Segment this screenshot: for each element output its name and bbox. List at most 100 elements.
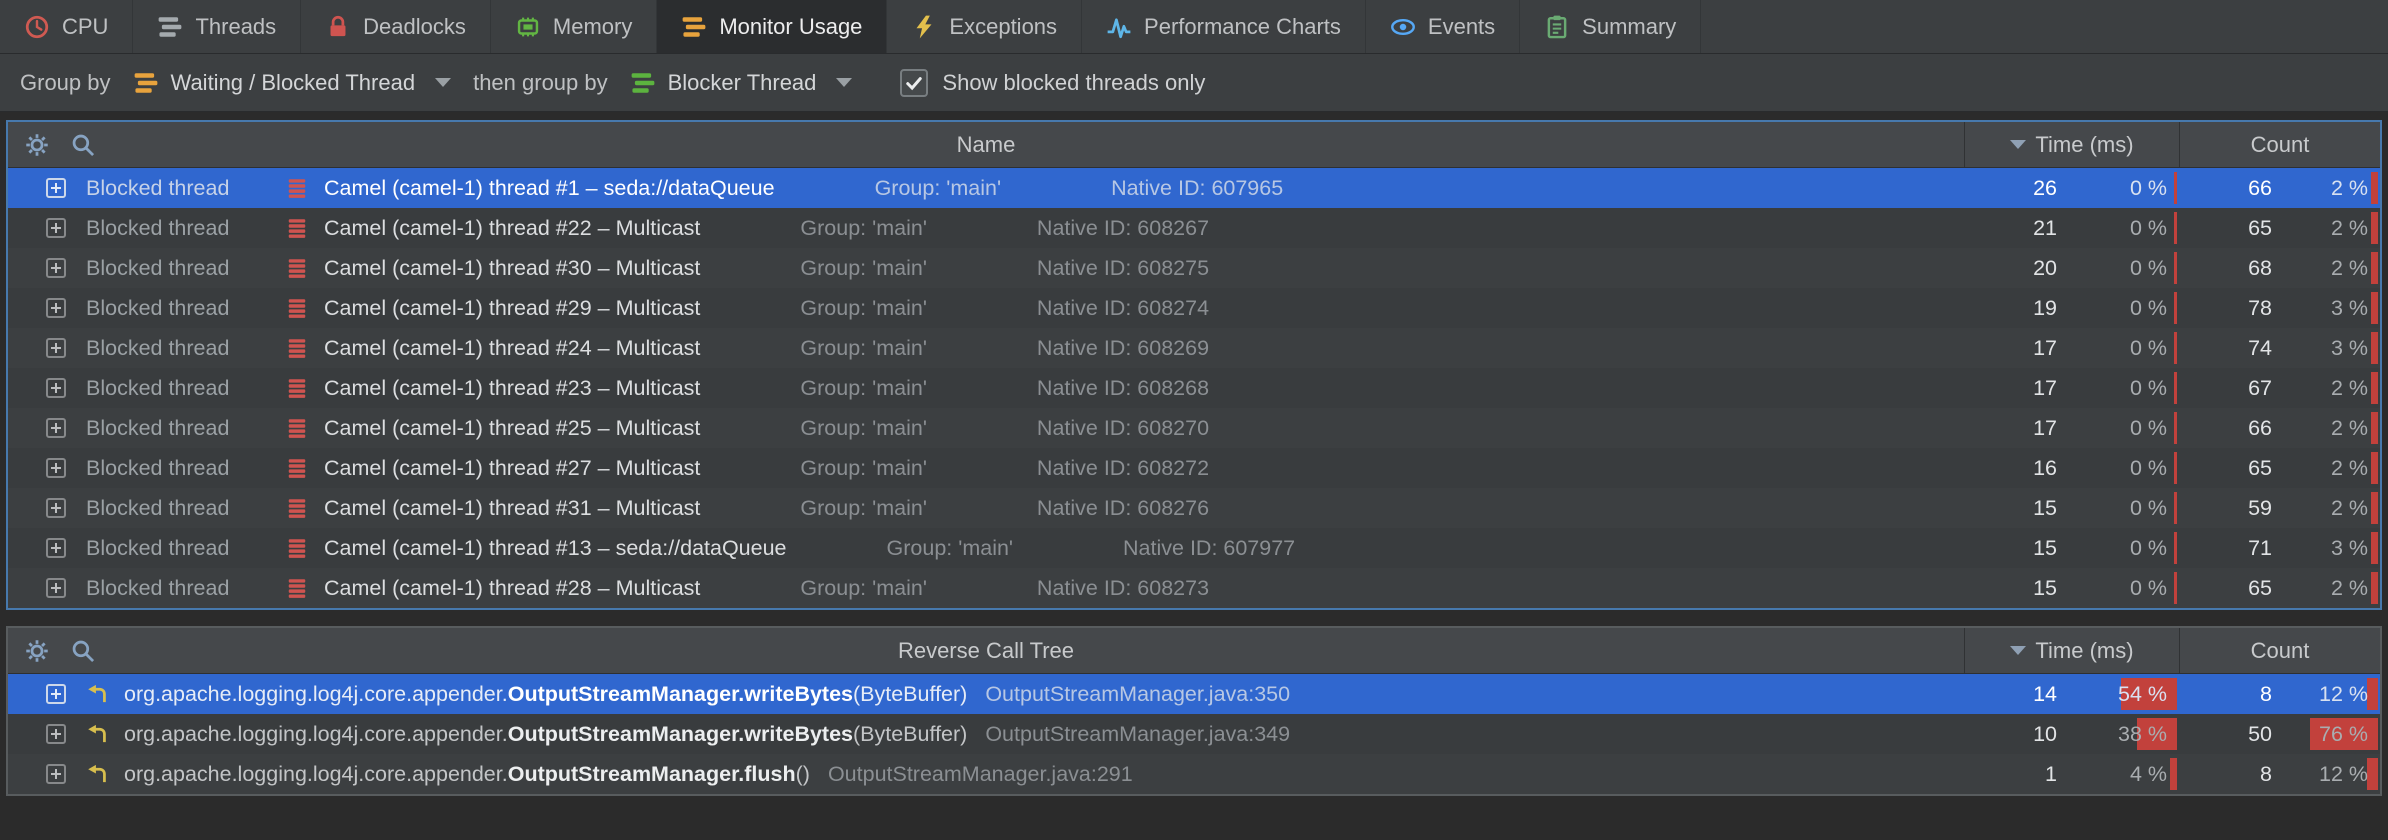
expand-icon[interactable] <box>46 724 66 744</box>
show-blocked-only-checkbox[interactable]: Show blocked threads only <box>900 69 1205 97</box>
method-cell: org.apache.logging.log4j.core.appender.O… <box>8 722 1964 747</box>
count-cell: 50 <box>2179 722 2284 747</box>
time-pct-cell: 0 % <box>2069 408 2179 448</box>
method-args: (ByteBuffer) <box>853 722 967 747</box>
time-cell: 17 <box>1964 376 2069 401</box>
tab-cpu[interactable]: CPU <box>0 0 133 53</box>
gear-icon[interactable] <box>24 132 50 158</box>
count-cell: 74 <box>2179 336 2284 361</box>
expand-icon[interactable] <box>46 538 66 558</box>
thread-row[interactable]: Blocked threadCamel (camel-1) thread #23… <box>8 368 2380 408</box>
expand-icon[interactable] <box>46 418 66 438</box>
expand-icon[interactable] <box>46 378 66 398</box>
search-icon[interactable] <box>70 638 96 664</box>
thread-kind: Blocked thread <box>86 216 286 241</box>
gear-icon[interactable] <box>24 638 50 664</box>
blocked-thread-icon <box>286 457 308 479</box>
calltree-row[interactable]: org.apache.logging.log4j.core.appender.O… <box>8 674 2380 714</box>
thread-row[interactable]: Blocked threadCamel (camel-1) thread #30… <box>8 248 2380 288</box>
count-pct-cell: 2 % <box>2284 168 2380 208</box>
tab-exceptions[interactable]: Exceptions <box>887 0 1082 53</box>
tab-memory[interactable]: Memory <box>491 0 657 53</box>
count-pct-cell: 2 % <box>2284 568 2380 608</box>
tab-label: Performance Charts <box>1144 14 1341 40</box>
count-cell: 71 <box>2179 536 2284 561</box>
group-by-label: Group by <box>20 70 111 96</box>
calltree-row[interactable]: org.apache.logging.log4j.core.appender.O… <box>8 754 2380 794</box>
percent-bar <box>2174 532 2177 564</box>
thread-row[interactable]: Blocked threadCamel (camel-1) thread #25… <box>8 408 2380 448</box>
count-cell: 67 <box>2179 376 2284 401</box>
tab-monitor-usage[interactable]: Monitor Usage <box>657 0 887 53</box>
count-cell: 8 <box>2179 682 2284 707</box>
group-by-dropdown[interactable]: Waiting / Blocked Thread <box>127 66 458 100</box>
thread-row[interactable]: Blocked threadCamel (camel-1) thread #27… <box>8 448 2380 488</box>
tab-bar: CPU Threads DeadlocksMemoryMonitor UsageEx… <box>0 0 2388 54</box>
method-args: (ByteBuffer) <box>853 682 967 707</box>
expand-icon[interactable] <box>46 338 66 358</box>
expand-icon[interactable] <box>46 258 66 278</box>
percent-bar <box>2174 172 2177 204</box>
column-header-count[interactable]: Count <box>2179 122 2380 167</box>
search-icon[interactable] <box>70 132 96 158</box>
thread-name: Camel (camel-1) thread #30 – Multicast <box>324 256 700 281</box>
thread-name-cell: Blocked threadCamel (camel-1) thread #30… <box>8 256 1964 281</box>
thread-row[interactable]: Blocked threadCamel (camel-1) thread #1 … <box>8 168 2380 208</box>
thread-row[interactable]: Blocked threadCamel (camel-1) thread #29… <box>8 288 2380 328</box>
count-pct-cell: 3 % <box>2284 328 2380 368</box>
thread-group: Group: 'main' <box>800 296 927 321</box>
thread-row[interactable]: Blocked threadCamel (camel-1) thread #24… <box>8 328 2380 368</box>
thread-group: Group: 'main' <box>800 496 927 521</box>
threads-table-panel: Name Time (ms) Count Blocked threadCamel… <box>6 120 2382 610</box>
thread-row[interactable]: Blocked threadCamel (camel-1) thread #13… <box>8 528 2380 568</box>
call-tree-panel: Reverse Call Tree Time (ms) Count org.ap… <box>6 626 2382 796</box>
percent-bar <box>2371 532 2378 564</box>
time-pct-cell: 0 % <box>2069 208 2179 248</box>
column-header-time[interactable]: Time (ms) <box>1964 628 2179 673</box>
method-cell: org.apache.logging.log4j.core.appender.O… <box>8 762 1964 787</box>
count-cell: 59 <box>2179 496 2284 521</box>
memory-icon <box>515 14 541 40</box>
tab-label: Threads <box>195 14 276 40</box>
column-header-time[interactable]: Time (ms) <box>1964 122 2179 167</box>
time-cell: 15 <box>1964 576 2069 601</box>
tab-deadlocks[interactable]: Deadlocks <box>301 0 491 53</box>
expand-icon[interactable] <box>46 764 66 784</box>
time-cell: 21 <box>1964 216 2069 241</box>
expand-icon[interactable] <box>46 498 66 518</box>
tab-summary[interactable]: Summary <box>1520 0 1701 53</box>
thread-group: Group: 'main' <box>800 416 927 441</box>
expand-icon[interactable] <box>46 458 66 478</box>
thread-kind: Blocked thread <box>86 496 286 521</box>
thread-native-id: Native ID: 608267 <box>1037 216 1209 241</box>
expand-icon[interactable] <box>46 218 66 238</box>
count-pct-cell: 3 % <box>2284 528 2380 568</box>
column-header-count[interactable]: Count <box>2179 628 2380 673</box>
tab-performance-charts[interactable]: Performance Charts <box>1082 0 1366 53</box>
thread-row[interactable]: Blocked threadCamel (camel-1) thread #22… <box>8 208 2380 248</box>
percent-bar <box>2371 292 2378 324</box>
expand-icon[interactable] <box>46 178 66 198</box>
time-pct-cell: 0 % <box>2069 448 2179 488</box>
thread-native-id: Native ID: 608273 <box>1037 576 1209 601</box>
source-location: OutputStreamManager.java:350 <box>985 682 1290 707</box>
time-pct-cell: 0 % <box>2069 488 2179 528</box>
expand-icon[interactable] <box>46 684 66 704</box>
expand-icon[interactable] <box>46 298 66 318</box>
time-pct-cell: 0 % <box>2069 368 2179 408</box>
thread-row[interactable]: Blocked threadCamel (camel-1) thread #28… <box>8 568 2380 608</box>
chevron-down-icon <box>435 78 451 87</box>
expand-icon[interactable] <box>46 578 66 598</box>
tab-threads[interactable]: Threads <box>133 0 301 53</box>
then-group-by-dropdown[interactable]: Blocker Thread <box>624 66 859 100</box>
call-tree-header: Reverse Call Tree Time (ms) Count <box>8 628 2380 674</box>
calltree-row[interactable]: org.apache.logging.log4j.core.appender.O… <box>8 714 2380 754</box>
method-name: OutputStreamManager.writeBytes <box>508 722 853 747</box>
column-header-name[interactable]: Name <box>8 122 1964 167</box>
time-pct-cell: 38 % <box>2069 714 2179 754</box>
tab-events[interactable]: Events <box>1366 0 1520 53</box>
thread-name-cell: Blocked threadCamel (camel-1) thread #28… <box>8 576 1964 601</box>
count-pct-cell: 2 % <box>2284 488 2380 528</box>
source-location: OutputStreamManager.java:291 <box>828 762 1133 787</box>
thread-row[interactable]: Blocked threadCamel (camel-1) thread #31… <box>8 488 2380 528</box>
